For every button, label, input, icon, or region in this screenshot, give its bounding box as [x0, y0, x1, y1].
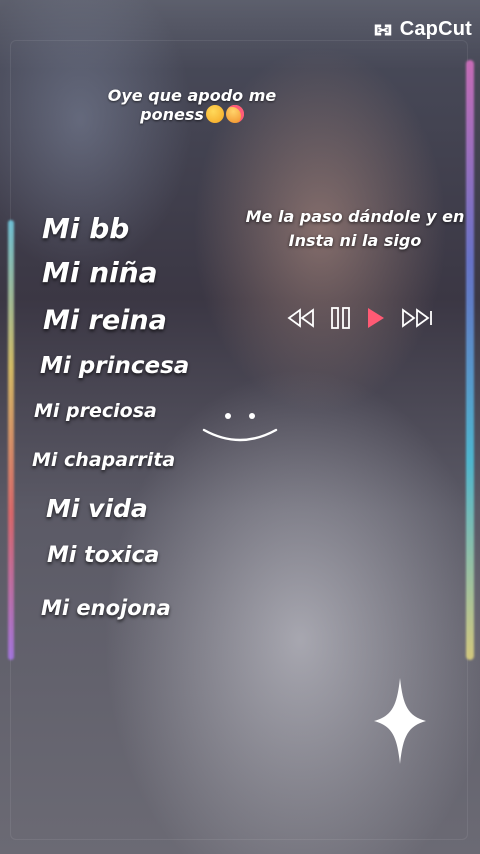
player-controls [286, 306, 434, 330]
right-caption-line1: Me la paso dándole y en [245, 207, 465, 226]
rewind-icon[interactable] [286, 307, 316, 329]
play-icon[interactable] [366, 306, 386, 330]
nickname-item: Mi enojona [41, 596, 171, 620]
capcut-brand-text: CapCut [399, 18, 472, 40]
right-caption: Me la paso dándole y en Insta ni la sigo [240, 205, 470, 253]
sparkle-star-icon [374, 678, 426, 764]
nickname-item: Mi niña [42, 256, 158, 289]
top-caption-line2: poness [140, 105, 204, 124]
kiss-face-icon [205, 105, 224, 123]
nickname-item: Mi chaparrita [32, 449, 176, 471]
capcut-watermark: CapCut [372, 18, 472, 41]
video-frame: CapCut Oye que apodo me poness Me la pas… [0, 0, 480, 854]
nickname-item: Mi preciosa [34, 400, 157, 422]
left-neon-edge [8, 220, 14, 660]
smile-face-icon [202, 413, 278, 442]
capcut-logo-icon [374, 24, 391, 35]
nickname-item: Mi vida [46, 494, 148, 523]
nickname-item: Mi reina [43, 305, 167, 336]
top-caption-line1: Oye que apodo me [107, 86, 277, 105]
right-caption-line2: Insta ni la sigo [288, 231, 422, 250]
nickname-item: Mi toxica [47, 543, 160, 568]
smiling-hearts-face-icon [225, 105, 244, 123]
pause-icon[interactable] [330, 306, 352, 330]
nickname-item: Mi bb [42, 212, 130, 245]
top-caption-line2-wrap: poness [92, 105, 292, 124]
top-caption: Oye que apodo me poness [92, 86, 292, 124]
fast-forward-icon[interactable] [400, 307, 434, 329]
right-neon-edge [466, 60, 474, 660]
nickname-item: Mi princesa [40, 353, 190, 379]
